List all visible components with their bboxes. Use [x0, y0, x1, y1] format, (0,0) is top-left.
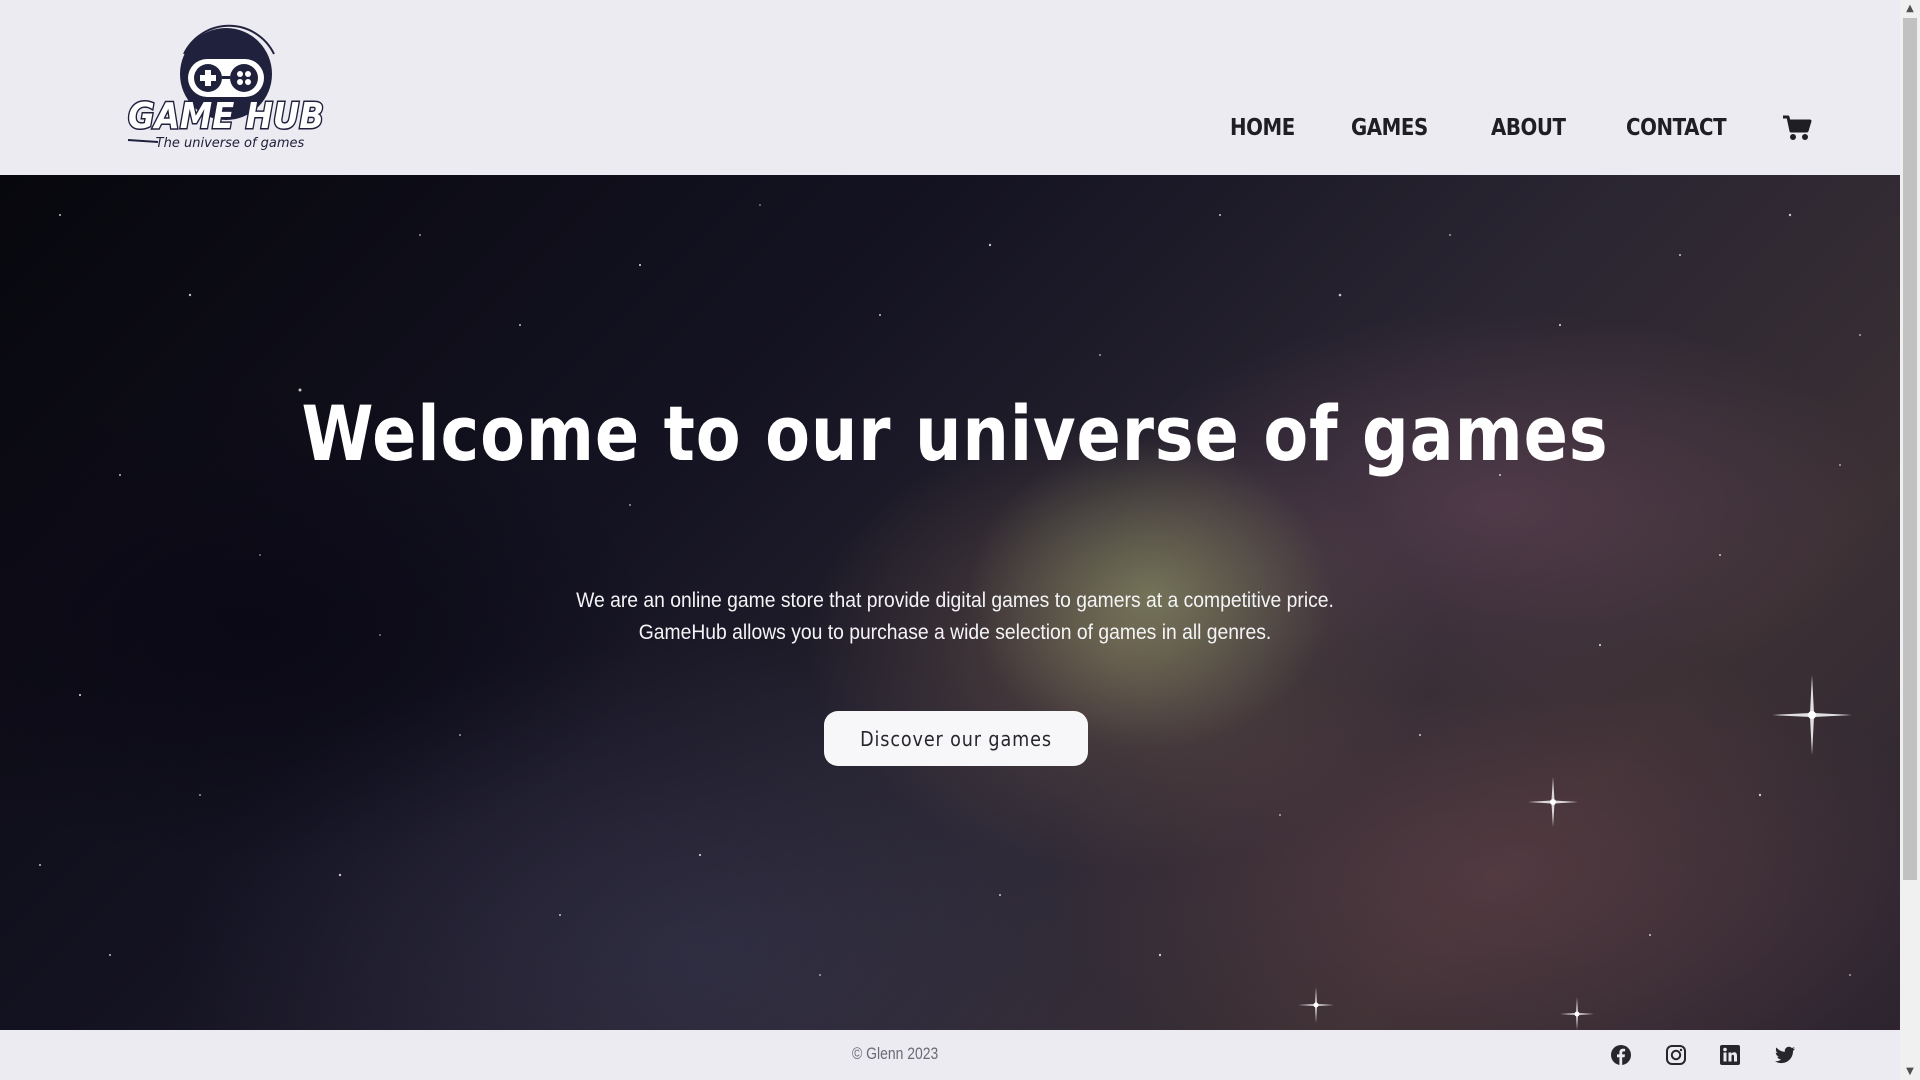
- instagram-icon[interactable]: [1665, 1044, 1687, 1066]
- nav-home-link[interactable]: HOME: [1230, 115, 1295, 141]
- main-nav: HOME GAMES ABOUT CONTACT: [1230, 106, 1742, 150]
- nav-about-link[interactable]: ABOUT: [1491, 115, 1566, 141]
- site-footer: © Glenn 2023: [0, 1030, 1900, 1080]
- discover-games-button-label: Discover our games: [860, 726, 1052, 751]
- logo-tagline: The universe of games: [156, 136, 305, 151]
- page: GAME HUB The universe of games HOME GAME…: [0, 0, 1920, 1080]
- hero-description: We are an online game store that provide…: [576, 589, 1334, 644]
- nav-games-link[interactable]: GAMES: [1351, 115, 1428, 141]
- linkedin-icon[interactable]: [1719, 1044, 1741, 1066]
- copyright-text: © Glenn 2023: [852, 1044, 939, 1063]
- discover-games-button[interactable]: Discover our games: [824, 711, 1088, 766]
- logo-link[interactable]: GAME HUB The universe of games: [124, 24, 326, 154]
- facebook-icon[interactable]: [1610, 1044, 1632, 1066]
- vertical-scrollbar[interactable]: ▲ ▼: [1900, 0, 1920, 1080]
- scroll-down-arrow-icon[interactable]: ▼: [1900, 1063, 1920, 1080]
- logo-title: GAME HUB: [128, 96, 324, 137]
- scroll-up-arrow-icon[interactable]: ▲: [1900, 0, 1920, 17]
- hero-title: Welcome to our universe of games: [301, 389, 1609, 478]
- scrollbar-thumb[interactable]: [1903, 18, 1917, 880]
- nav-contact-link[interactable]: CONTACT: [1626, 115, 1727, 141]
- game-hub-logo: GAME HUB The universe of games: [127, 24, 326, 151]
- twitter-icon[interactable]: [1774, 1044, 1796, 1066]
- site-header: GAME HUB The universe of games HOME GAME…: [0, 0, 1900, 175]
- hero-section: Welcome to our universe of games We are …: [0, 175, 1900, 1030]
- shopping-cart-icon[interactable]: [1782, 114, 1812, 142]
